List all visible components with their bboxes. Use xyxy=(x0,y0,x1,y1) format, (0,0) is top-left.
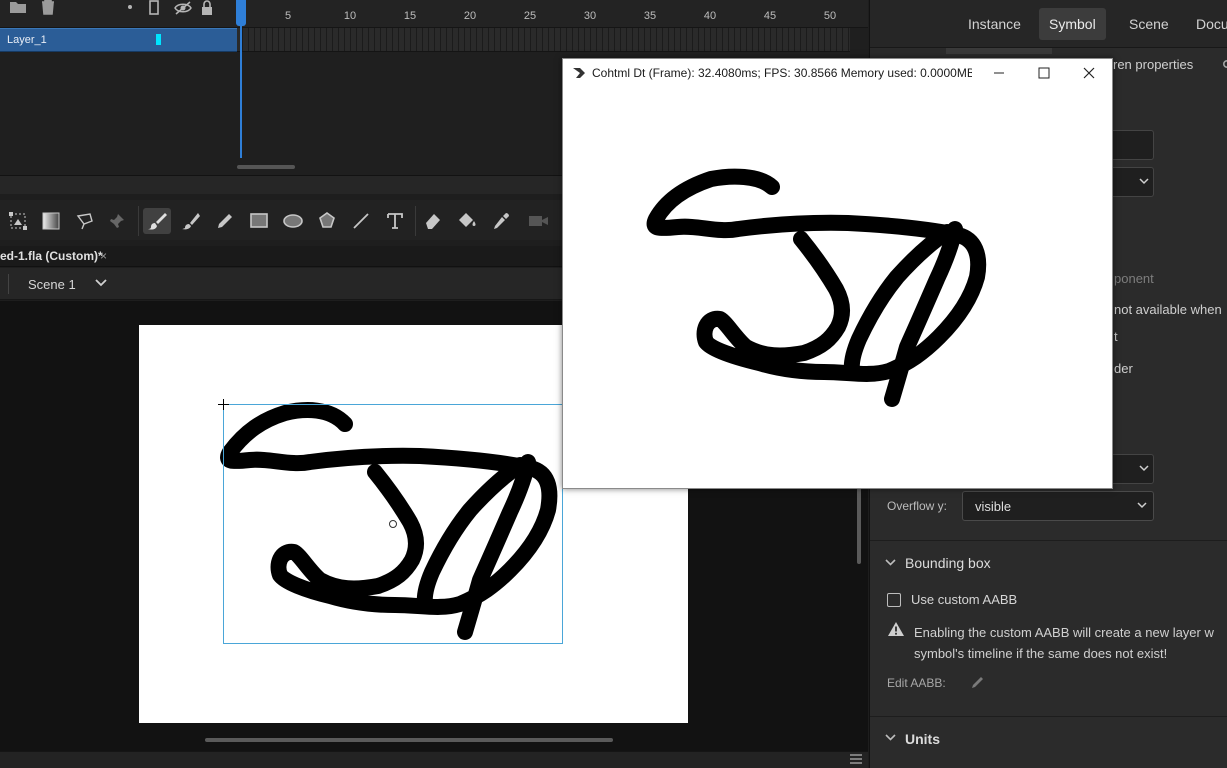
aabb-warning-text: Enabling the custom AABB will create a n… xyxy=(914,625,1214,661)
status-bar xyxy=(0,751,868,768)
close-icon[interactable] xyxy=(1066,59,1112,87)
use-custom-aabb-checkbox[interactable] xyxy=(887,593,901,607)
section-divider xyxy=(870,540,1227,541)
transform-pivot-icon[interactable] xyxy=(389,520,397,528)
warning-icon xyxy=(887,621,905,637)
use-custom-aabb-label[interactable]: Use custom AABB xyxy=(911,592,1017,607)
properties-subtab-indicator[interactable] xyxy=(946,48,1052,54)
maximize-icon[interactable] xyxy=(1021,59,1067,87)
tab-symbol[interactable]: Symbol xyxy=(1039,8,1106,40)
children-properties-tab[interactable]: ren properties xyxy=(1113,57,1193,72)
pencil-icon[interactable] xyxy=(970,674,986,690)
tab-scene[interactable]: Scene xyxy=(1119,8,1179,40)
properties-tab-bar: Instance Symbol Scene Docu xyxy=(870,0,1227,48)
units-section-title[interactable]: Units xyxy=(905,731,940,747)
tab-instance[interactable]: Instance xyxy=(958,8,1031,40)
preview-title-bar[interactable]: Cohtml Dt (Frame): 32.4080ms; FPS: 30.85… xyxy=(563,59,1112,87)
preview-window[interactable]: Cohtml Dt (Frame): 32.4080ms; FPS: 30.85… xyxy=(562,58,1113,489)
preview-drawing xyxy=(646,168,987,407)
stage-vertical-scrollbar[interactable] xyxy=(857,488,861,564)
edit-aabb-label: Edit AABB: xyxy=(887,676,946,690)
chevron-down-icon[interactable] xyxy=(885,734,896,742)
chevron-down-icon xyxy=(1137,502,1147,509)
not-available-label: not available when xyxy=(1114,302,1222,317)
chevron-down-icon[interactable] xyxy=(885,559,896,567)
chevron-down-icon xyxy=(1139,178,1149,185)
tab-document[interactable]: Docu xyxy=(1186,8,1227,40)
obscured-label: der xyxy=(1114,361,1133,376)
obscured-label: t xyxy=(1114,329,1118,344)
overflow-y-value: visible xyxy=(975,499,1012,514)
minimize-icon[interactable] xyxy=(976,59,1022,87)
component-label: ponent xyxy=(1114,271,1154,286)
registration-point-icon xyxy=(218,399,229,410)
overflow-y-select[interactable]: visible xyxy=(962,491,1154,521)
section-divider xyxy=(870,716,1227,717)
bounding-box-section-title[interactable]: Bounding box xyxy=(905,555,991,571)
chevron-down-icon xyxy=(1139,465,1149,472)
app-icon xyxy=(572,67,586,79)
stage-horizontal-scrollbar[interactable] xyxy=(205,738,613,742)
menu-lines-icon[interactable] xyxy=(850,754,862,764)
settings-icon[interactable] xyxy=(1222,57,1227,71)
preview-title: Cohtml Dt (Frame): 32.4080ms; FPS: 30.85… xyxy=(592,66,972,80)
overflow-y-label: Overflow y: xyxy=(887,499,948,513)
